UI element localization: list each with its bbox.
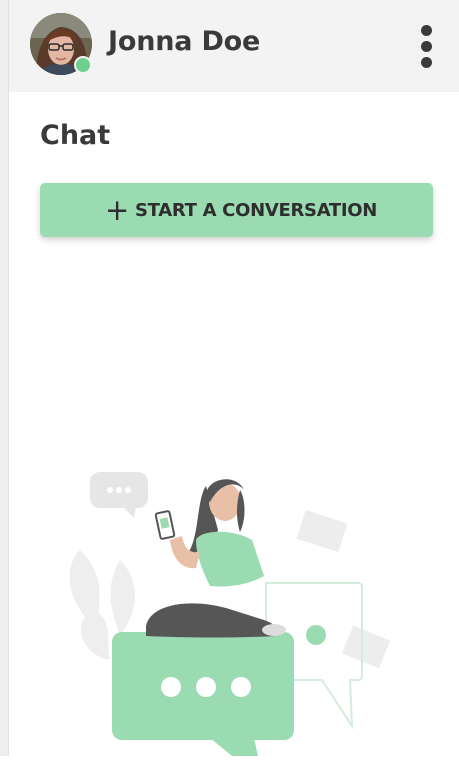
start-conversation-button[interactable]: + START A CONVERSATION xyxy=(40,183,433,237)
speech-bubble-icon xyxy=(90,472,148,518)
avatar[interactable] xyxy=(30,13,92,75)
online-status-dot xyxy=(74,56,92,74)
more-vertical-icon-dot xyxy=(421,41,432,52)
more-vertical-icon xyxy=(421,25,432,36)
plus-icon: + xyxy=(105,193,130,227)
chat-header: Jonna Doe xyxy=(9,0,459,92)
more-vertical-icon-dot xyxy=(421,57,432,68)
page-title: Chat xyxy=(40,120,111,151)
more-options-button[interactable] xyxy=(412,22,442,72)
empty-chat-illustration xyxy=(0,440,459,756)
start-conversation-label: START A CONVERSATION xyxy=(135,200,378,221)
user-name: Jonna Doe xyxy=(108,26,261,57)
large-speech-bubble xyxy=(112,632,294,756)
